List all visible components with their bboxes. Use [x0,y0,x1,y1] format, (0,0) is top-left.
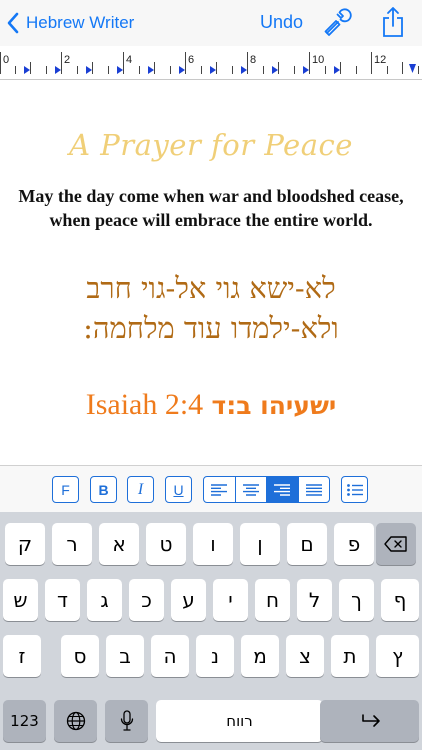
verse-hebrew: ישעיהו ב:ד [211,391,337,420]
navigation-bar: Hebrew Writer Undo [0,0,422,46]
key[interactable]: ת [331,635,369,677]
key[interactable]: ל [297,579,332,621]
document-editor[interactable]: A Prayer for Peace May the day come when… [0,80,422,465]
ruler-number: 12 [374,54,387,66]
key[interactable]: ק [5,523,45,565]
microphone-key[interactable] [105,700,148,742]
key[interactable]: ף [381,579,419,621]
key[interactable]: ח [255,579,290,621]
hebrew-keyboard: ק ר א ט ו ן ם פ ש ד ג כ ע י ח ל ך ף ז ס … [0,512,422,750]
key[interactable]: ס [61,635,99,677]
undo-button[interactable]: Undo [260,12,303,33]
align-justify-button[interactable] [299,477,330,502]
key[interactable]: כ [129,579,164,621]
document-title: A Prayer for Peace [69,128,353,162]
ruler-number: 0 [3,54,10,66]
share-icon[interactable] [381,6,405,38]
key[interactable]: פ [334,523,374,565]
key[interactable]: ץ [376,635,419,677]
delete-key[interactable] [376,523,416,565]
underline-button[interactable]: U [165,476,192,503]
key[interactable]: ע [171,579,206,621]
key[interactable]: ש [3,579,38,621]
key[interactable]: ב [106,635,144,677]
ruler-number: 2 [64,54,71,66]
back-button[interactable]: Hebrew Writer [6,10,134,36]
back-button-label: Hebrew Writer [26,13,135,32]
key[interactable]: ך [339,579,374,621]
wrench-icon[interactable] [321,6,353,38]
align-left-button[interactable] [204,477,236,502]
return-icon [361,714,380,727]
format-toolbar: F B I U [0,465,422,512]
delete-icon [384,536,407,552]
numbers-key[interactable]: 123 [3,700,46,742]
key[interactable]: ן [240,523,280,565]
return-key[interactable] [320,700,419,742]
ruler[interactable]: 0 2 4 6 8 10 12 [0,46,422,80]
hebrew-verse: לא-ישא גוי אל-גוי חרב ולא-ילמדו עוד מלחמ… [30,268,392,348]
key[interactable]: ו [193,523,233,565]
key[interactable]: צ [286,635,324,677]
chevron-left-icon [7,12,19,34]
document-body-text: May the day come when war and bloodshed … [18,186,404,230]
list-button[interactable] [341,476,368,503]
verse-english: Isaiah 2:4 [85,388,204,421]
key[interactable]: נ [196,635,234,677]
font-button[interactable]: F [52,476,79,503]
key[interactable]: י [213,579,248,621]
microphone-icon [120,710,133,731]
ruler-number: 6 [188,54,195,66]
ruler-number: 8 [250,54,257,66]
key[interactable]: ר [52,523,92,565]
italic-button[interactable]: I [127,476,154,503]
align-right-button[interactable] [267,477,299,502]
verse-reference: Isaiah 2:4 ישעיהו ב:ד [0,388,422,422]
key[interactable]: ג [87,579,122,621]
key[interactable]: ז [3,635,41,677]
align-justify-icon [305,483,322,496]
globe-key[interactable] [54,700,97,742]
key[interactable]: ד [45,579,80,621]
hebrew-line: ולא-ילמדו עוד מלחמה: [83,311,339,345]
key[interactable]: מ [241,635,279,677]
hebrew-line: לא-ישא גוי אל-גוי חרב [86,271,336,305]
key[interactable]: ם [287,523,327,565]
space-key[interactable]: רווח [156,700,323,742]
globe-icon [66,711,85,731]
align-left-icon [211,483,228,496]
bold-button[interactable]: B [90,476,117,503]
align-right-icon [274,483,291,496]
alignment-control [203,476,330,503]
key[interactable]: ה [151,635,189,677]
list-icon [346,483,363,496]
key[interactable]: ט [146,523,186,565]
ruler-number: 10 [312,54,325,66]
ruler-number: 4 [126,54,133,66]
align-center-button[interactable] [236,477,267,502]
key[interactable]: א [99,523,139,565]
align-center-icon [242,483,259,496]
